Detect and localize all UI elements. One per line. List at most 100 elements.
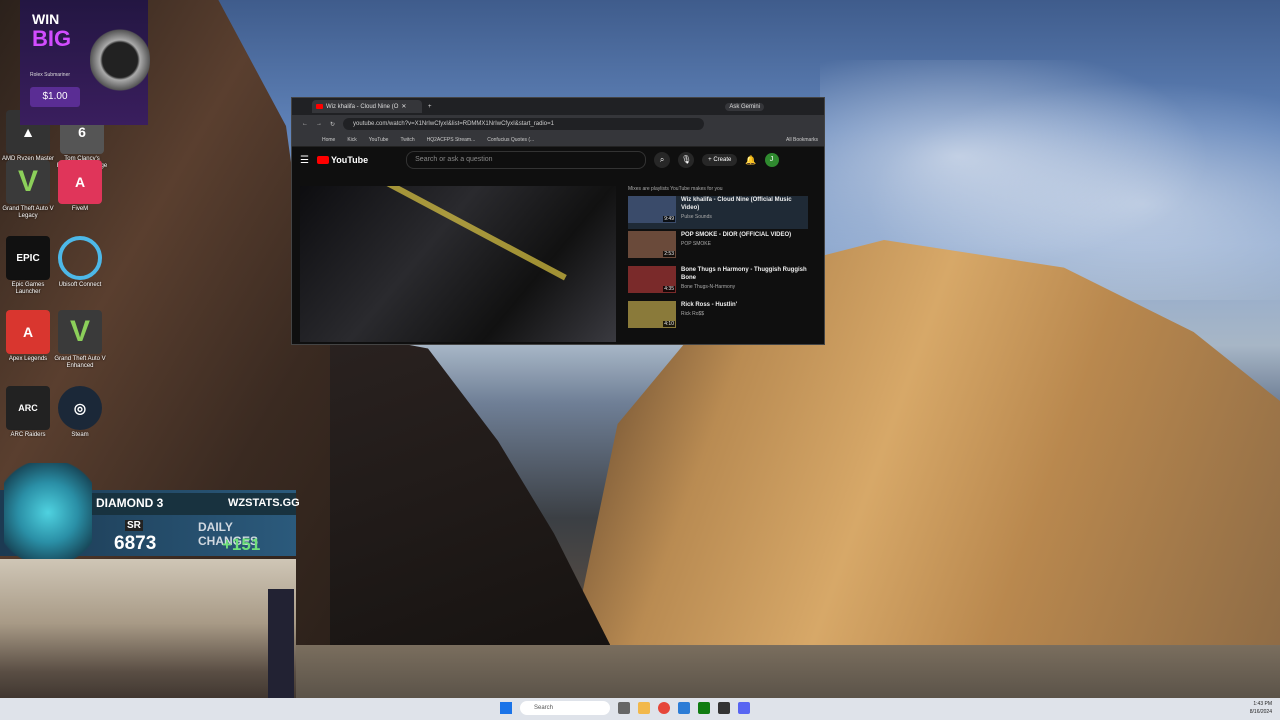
- taskbar-search[interactable]: Search: [520, 701, 610, 715]
- browser-tab[interactable]: Wiz khalifa - Cloud Nine (O ✕: [312, 100, 422, 113]
- epic-games-icon: EPIC: [6, 236, 50, 280]
- site-label: WZSTATS.GG: [228, 497, 300, 509]
- video-channel: Rick Ro$$: [681, 311, 705, 317]
- clock[interactable]: 1:43 PM 8/16/2024: [1250, 700, 1272, 716]
- duration: 2:53: [663, 251, 675, 257]
- desktop-icon-label: Steam: [71, 432, 89, 438]
- bookmark-quotes[interactable]: Confucius Quotes (...: [487, 137, 534, 143]
- bell-icon[interactable]: 🔔: [745, 155, 756, 166]
- video-title: POP SMOKE - DIOR (OFFICIAL VIDEO): [681, 232, 792, 238]
- playlist-panel: Mixes are playlists YouTube makes for yo…: [628, 186, 808, 344]
- playlist-item[interactable]: 4:10 Rick Ross - Hustlin' Rick Ro$$: [628, 301, 808, 334]
- url-field[interactable]: youtube.com/watch?v=X1NrIwCfyxI&list=RDM…: [343, 118, 704, 130]
- rank-label: DIAMOND 3: [96, 496, 164, 510]
- duration: 4:10: [663, 321, 675, 327]
- youtube-favicon-icon: [316, 104, 323, 109]
- new-tab-icon[interactable]: +: [428, 104, 432, 110]
- video-channel: Pulse Sounds: [681, 214, 712, 220]
- chrome-icon[interactable]: [658, 702, 670, 714]
- duration: 9:49: [663, 216, 675, 222]
- arc-raiders-icon: ARC: [6, 386, 50, 430]
- discord-icon[interactable]: [738, 702, 750, 714]
- app-icon[interactable]: [718, 702, 730, 714]
- playlist-header: Mixes are playlists YouTube makes for yo…: [628, 186, 723, 192]
- desktop-icon-gta-legacy[interactable]: V Grand Theft Auto V Legacy: [0, 160, 56, 220]
- desktop-icon-gta-enhanced[interactable]: V Grand Theft Auto V Enhanced: [52, 310, 108, 370]
- video-thumbnail: 2:53: [628, 231, 676, 258]
- playlist-item[interactable]: 9:49 Wiz khalifa - Cloud Nine (Official …: [628, 196, 808, 229]
- video-player[interactable]: [300, 186, 616, 342]
- promo-banner[interactable]: WIN BIG Rolex Submariner $1.00: [20, 0, 150, 125]
- playlist-item[interactable]: 2:53 POP SMOKE - DIOR (OFFICIAL VIDEO) PO…: [628, 231, 808, 264]
- all-bookmarks[interactable]: All Bookmarks: [786, 137, 818, 143]
- fivem-icon: A: [58, 160, 102, 204]
- youtube-header: ☰ YouTube Search or ask a question ⌕ 🎙 +…: [292, 147, 824, 173]
- ubisoft-icon: [58, 236, 102, 280]
- desktop-icon-arc[interactable]: ARC ARC Raiders: [0, 386, 56, 439]
- bookmark-kick[interactable]: Kick: [347, 137, 356, 143]
- mic-icon[interactable]: 🎙: [678, 152, 695, 168]
- promo-price: $1.00: [30, 87, 80, 107]
- youtube-logo[interactable]: YouTube: [316, 155, 369, 165]
- desktop-icon-ubisoft[interactable]: Ubisoft Connect: [52, 236, 108, 289]
- playlist-item[interactable]: 4:35 Bone Thugs n Harmony - Thuggish Rug…: [628, 266, 808, 299]
- daily-changes-value: +151: [222, 535, 261, 554]
- tab-title: Wiz khalifa - Cloud Nine (O: [326, 103, 399, 110]
- start-icon[interactable]: [500, 702, 512, 714]
- rank-emblem-icon: [4, 463, 92, 573]
- desktop-icon-label: Ubisoft Connect: [58, 282, 102, 288]
- bookmark-stream[interactable]: HQ2ACFPS Stream...: [427, 137, 476, 143]
- avatar[interactable]: J: [764, 153, 779, 167]
- desktop-icon-label: Apex Legends: [8, 356, 48, 362]
- video-thumbnail: 4:35: [628, 266, 676, 293]
- bookmark-twitch[interactable]: Twitch: [400, 137, 414, 143]
- search-icon[interactable]: ⌕: [654, 152, 671, 168]
- desktop-icon-apex[interactable]: A Apex Legends: [0, 310, 56, 363]
- river-ground: [290, 645, 1280, 700]
- desktop-icon-epic[interactable]: EPIC Epic Games Launcher: [0, 236, 56, 296]
- desktop-icon-label: Grand Theft Auto V Enhanced: [54, 356, 106, 369]
- xbox-icon[interactable]: [698, 702, 710, 714]
- promo-line1: WIN: [32, 11, 60, 27]
- file-explorer-icon[interactable]: [638, 702, 650, 714]
- browser-window[interactable]: Wiz khalifa - Cloud Nine (O ✕ + Ask Gemi…: [291, 97, 825, 345]
- forward-icon[interactable]: →: [316, 121, 322, 127]
- menu-icon[interactable]: ☰: [300, 155, 309, 166]
- video-title: Bone Thugs n Harmony - Thuggish Ruggish …: [681, 267, 807, 281]
- back-icon[interactable]: ←: [302, 121, 308, 127]
- task-view-icon[interactable]: [618, 702, 630, 714]
- bookmark-home[interactable]: Home: [322, 137, 335, 143]
- address-bar-row: ← → ↻ youtube.com/watch?v=X1NrIwCfyxI&li…: [292, 115, 824, 133]
- duration: 4:35: [663, 286, 675, 292]
- video-thumbnail: 9:49: [628, 196, 676, 223]
- apex-icon: A: [6, 310, 50, 354]
- create-button[interactable]: + Create: [702, 154, 738, 166]
- promo-item: Rolex Submariner: [30, 72, 71, 78]
- video-title: Wiz khalifa - Cloud Nine (Official Music…: [681, 197, 792, 211]
- desktop-icon-label: Epic Games Launcher: [11, 282, 45, 295]
- sr-label: SR: [125, 520, 143, 531]
- gta-icon: V: [6, 160, 50, 204]
- youtube-logo-text: YouTube: [330, 155, 369, 165]
- search-input[interactable]: Search or ask a question: [406, 151, 647, 169]
- wzstats-overlay: DIAMOND 3 WZSTATS.GG SR 6873 DAILY CHANG…: [0, 463, 300, 573]
- clock-date: 8/16/2024: [1249, 709, 1272, 715]
- reload-icon[interactable]: ↻: [330, 121, 335, 128]
- stage-light: [343, 186, 567, 281]
- desktop-icon-fivem[interactable]: A FiveM: [52, 160, 108, 213]
- steam-icon: ◎: [58, 386, 102, 430]
- close-tab-icon[interactable]: ✕: [401, 103, 406, 110]
- ask-gemini-button[interactable]: Ask Gemini: [725, 102, 764, 111]
- desktop-icon-steam[interactable]: ◎ Steam: [52, 386, 108, 439]
- bookmark-youtube[interactable]: YouTube: [369, 137, 389, 143]
- sr-value: 6873: [114, 533, 157, 554]
- promo-line2: BIG: [32, 26, 72, 51]
- desktop-icon-label: FiveM: [71, 206, 89, 212]
- desktop-icon-label: Grand Theft Auto V Legacy: [2, 206, 54, 219]
- video-thumbnail: 4:10: [628, 301, 676, 328]
- bookmarks-bar: Home Kick YouTube Twitch HQ2ACFPS Stream…: [292, 133, 824, 147]
- youtube-play-icon: [316, 156, 329, 164]
- store-icon[interactable]: [678, 702, 690, 714]
- video-title: Rick Ross - Hustlin': [681, 302, 738, 308]
- watch-image: [90, 20, 150, 100]
